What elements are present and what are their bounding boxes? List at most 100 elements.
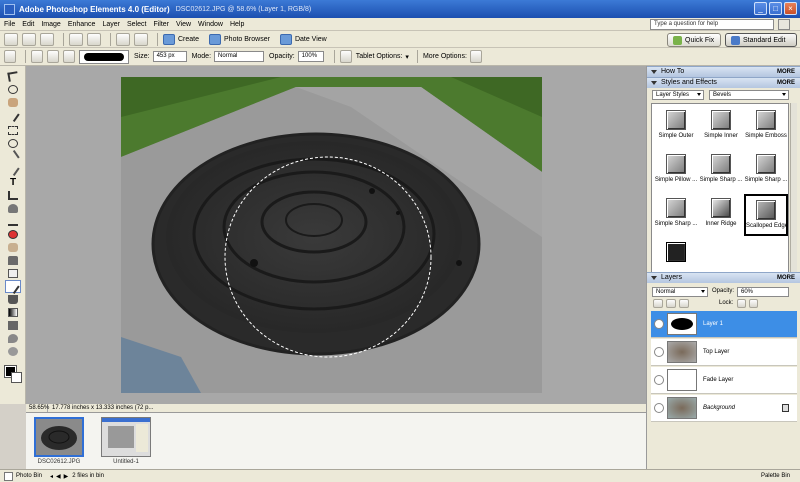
mode-select[interactable]: Normal [214,51,265,62]
howto-panel-header[interactable]: How To MORE [647,66,800,77]
layers-more-button[interactable]: MORE [777,273,795,283]
styles-more-button[interactable]: MORE [777,78,795,88]
help-search-button[interactable] [778,19,790,30]
airbrush-icon[interactable] [339,50,352,63]
magic-wand-tool-icon[interactable] [5,149,21,164]
layer-row[interactable]: Top Layer [651,339,797,366]
help-search-input[interactable]: Type a question for help [650,19,774,30]
create-button[interactable]: Create [163,33,199,45]
save-icon[interactable] [40,32,54,46]
clone-stamp-tool-icon[interactable] [5,254,21,267]
photo-bin-label[interactable]: Photo Bin [16,473,42,479]
healing-brush-tool-icon[interactable] [5,241,21,254]
move-tool-icon[interactable] [5,70,21,83]
blur-tool-icon[interactable] [5,332,21,345]
styles-panel-header[interactable]: Styles and Effects MORE [647,77,800,88]
gradient-tool-icon[interactable] [5,306,21,319]
visibility-eye-icon[interactable] [654,347,664,357]
background-color-swatch[interactable] [11,372,22,383]
cookie-cutter-tool-icon[interactable] [5,202,21,215]
menu-enhance[interactable]: Enhance [68,21,96,28]
visibility-eye-icon[interactable] [654,319,664,329]
date-view-button[interactable]: Date View [279,33,327,45]
bin-thumb-dsc02612[interactable] [34,417,84,457]
brush-mode-1-icon[interactable] [31,50,43,63]
shape-tool-icon[interactable] [5,319,21,332]
more-options-icon[interactable] [469,50,482,63]
open-icon[interactable] [22,32,36,46]
brush-tool-icon[interactable] [4,50,16,63]
adjustment-layer-icon[interactable] [666,299,676,308]
menu-select[interactable]: Select [127,21,146,28]
type-tool-icon[interactable]: T [5,176,21,189]
standard-edit-button[interactable]: Standard Edit [725,33,797,47]
maximize-button[interactable]: □ [769,2,782,15]
sponge-tool-icon[interactable] [5,345,21,358]
visibility-eye-icon[interactable] [654,403,664,413]
blend-mode-select[interactable]: Normal [652,287,708,297]
style-library-select[interactable]: Bevels [709,90,789,100]
crop-tool-icon[interactable] [5,189,21,202]
document-canvas[interactable] [121,77,542,393]
bin-options-icon[interactable]: ◂ [50,473,53,480]
style-simple-outer[interactable]: Simple Outer [654,106,698,148]
photo-browser-button[interactable]: Photo Browser [209,33,270,45]
lock-all-icon[interactable] [749,299,758,308]
howto-more-button[interactable]: MORE [777,67,795,77]
straighten-tool-icon[interactable] [5,215,21,228]
brush-mode-2-icon[interactable] [47,50,59,63]
eyedropper-tool-icon[interactable] [5,108,21,123]
brush-tool-selected-icon[interactable] [5,280,21,295]
style-category-select[interactable]: Layer Styles [652,90,704,100]
style-scalloped-edge[interactable]: Scalloped Edge [744,194,788,236]
hand-tool-icon[interactable] [5,96,21,109]
layer-row[interactable]: Background [651,395,797,422]
lock-transparency-icon[interactable] [737,299,746,308]
style-simple-emboss[interactable]: Simple Emboss [744,106,788,148]
paint-bucket-tool-icon[interactable] [5,293,21,306]
style-inner-ridge[interactable]: Inner Ridge [699,194,743,236]
more-options-label[interactable]: More Options: [423,53,467,60]
layers-panel-header[interactable]: Layers MORE [647,272,800,283]
style-simple-sharp-3[interactable]: Simple Sharp ... [654,194,698,236]
layer-row[interactable]: Layer 1 [651,311,797,338]
layer-opacity-field[interactable]: 60% [737,287,789,297]
print-icon[interactable] [69,32,83,46]
menu-edit[interactable]: Edit [22,21,34,28]
menu-image[interactable]: Image [41,21,60,28]
selection-brush-tool-icon[interactable] [5,162,21,177]
palette-bin-label[interactable]: Palette Bin [761,473,790,479]
visibility-eye-icon[interactable] [654,375,664,385]
style-simple-inner[interactable]: Simple Inner [699,106,743,148]
red-eye-tool-icon[interactable] [5,228,21,241]
delete-layer-icon[interactable] [679,299,689,308]
menu-help[interactable]: Help [230,21,244,28]
styles-scrollbar[interactable] [790,103,797,282]
marquee-tool-icon[interactable] [5,124,21,137]
new-icon[interactable] [4,32,18,46]
minimize-button[interactable]: _ [754,2,767,15]
menu-filter[interactable]: Filter [153,21,169,28]
tablet-options-arrow-icon[interactable]: ▾ [405,53,409,61]
menu-layer[interactable]: Layer [102,21,120,28]
opacity-field[interactable]: 100% [297,51,324,62]
brush-preset-picker[interactable] [79,49,129,64]
new-layer-icon[interactable] [653,299,663,308]
bin-next-icon[interactable]: ▶ [64,473,69,480]
undo-icon[interactable] [116,32,130,46]
redo-icon[interactable] [134,32,148,46]
size-field[interactable]: 453 px [152,51,187,62]
brush-mode-3-icon[interactable] [63,50,75,63]
eraser-tool-icon[interactable] [5,267,21,280]
bin-thumb-untitled[interactable] [101,417,151,457]
zoom-level[interactable]: 58.65% [26,404,49,412]
tablet-options-label[interactable]: Tablet Options: [356,53,403,60]
photo-bin-toggle-icon[interactable] [4,471,13,481]
style-simple-pillow[interactable]: Simple Pillow ... [654,150,698,192]
close-button[interactable]: × [784,2,797,15]
menu-window[interactable]: Window [198,21,223,28]
lasso-tool-icon[interactable] [5,137,21,150]
zoom-tool-icon[interactable] [5,83,21,96]
style-simple-sharp-1[interactable]: Simple Sharp ... [699,150,743,192]
menu-view[interactable]: View [176,21,191,28]
